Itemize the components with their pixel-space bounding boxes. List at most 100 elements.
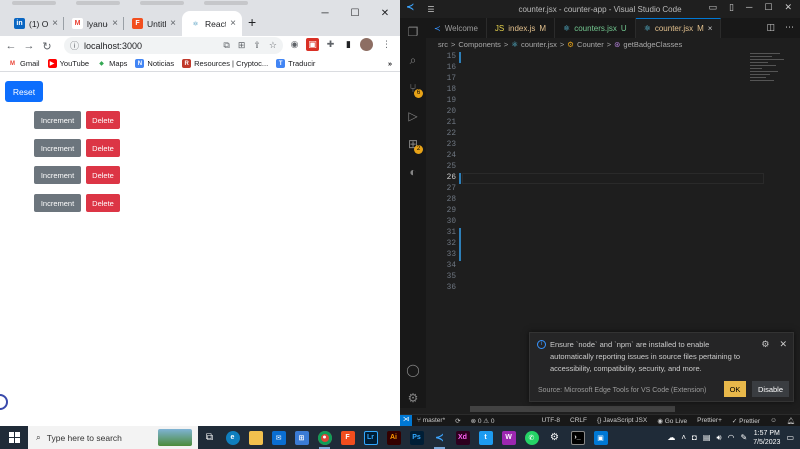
encoding-status[interactable]: UTF-8 <box>537 417 565 424</box>
explorer-icon[interactable]: ❐ <box>405 24 421 40</box>
info-icon[interactable]: ⓘ <box>70 39 79 52</box>
close-icon[interactable]: × <box>112 18 118 29</box>
task-view-icon[interactable]: ⧉ <box>198 426 221 449</box>
tab-index-js[interactable]: JS index.js M <box>487 18 556 38</box>
back-icon[interactable]: ← <box>2 40 20 52</box>
tab-welcome[interactable]: ≺ Welcome <box>426 18 487 38</box>
breadcrumb-item[interactable]: src <box>438 40 448 49</box>
more-bookmarks-icon[interactable]: » <box>388 59 400 68</box>
ok-button[interactable]: OK <box>724 381 746 397</box>
clock[interactable]: 1:57 PM 7/5/2023 <box>753 429 780 447</box>
tab-counters-jsx[interactable]: ⚛ counters.jsx U <box>555 18 636 38</box>
open-in-app-icon[interactable]: ⧉ <box>223 40 229 51</box>
prettier-status[interactable]: ✓ Prettier <box>727 417 765 425</box>
forward-icon[interactable]: → <box>20 40 38 52</box>
layout-icon[interactable]: ▯ <box>729 2 734 13</box>
breadcrumb-item[interactable]: counter.jsx <box>521 40 557 49</box>
increment-button[interactable]: Increment <box>34 111 81 129</box>
translate-icon[interactable]: ⊞ <box>238 40 246 51</box>
layout-icon[interactable]: ▭ <box>709 2 718 13</box>
close-window-icon[interactable]: ✕ <box>370 8 400 19</box>
file-explorer-icon[interactable] <box>244 426 267 449</box>
floating-circle-icon[interactable] <box>0 394 8 410</box>
edge-tools-icon[interactable]: ◐ <box>405 164 421 180</box>
feedback-icon[interactable]: ☺ <box>765 417 782 424</box>
winrar-icon[interactable]: W <box>497 426 520 449</box>
reset-button[interactable]: Reset <box>5 81 43 102</box>
delete-button[interactable]: Delete <box>86 194 120 212</box>
chrome-taskbar-icon[interactable]: ● <box>313 426 336 449</box>
new-tab-icon[interactable]: + <box>248 14 256 30</box>
extensions-puzzle-icon[interactable]: ✚ <box>324 38 337 51</box>
split-editor-icon[interactable]: ◫ <box>766 22 775 33</box>
address-bar[interactable]: ⓘ localhost:3000 ⧉ ⊞ ⇪ ☆ <box>64 37 283 54</box>
menu-kebab-icon[interactable]: ⋮ <box>380 38 393 51</box>
vscode-taskbar-icon[interactable]: ≺ <box>428 426 451 449</box>
browser-tab-linkedin[interactable]: in (1) Ola × <box>6 11 64 36</box>
taskbar-search[interactable]: ⌕ Type here to search <box>28 426 198 449</box>
language-status[interactable]: {} JavaScript JSX <box>592 417 652 424</box>
photoshop-icon[interactable]: Ps <box>405 426 428 449</box>
eol-status[interactable]: CRLF <box>565 417 592 424</box>
maximize-icon[interactable]: ☐ <box>764 2 772 13</box>
figma-taskbar-icon[interactable]: F <box>336 426 359 449</box>
close-icon[interactable]: ✕ <box>779 339 787 350</box>
horizontal-scrollbar[interactable] <box>470 406 675 412</box>
remote-icon[interactable]: ⋊ <box>400 415 412 426</box>
close-icon[interactable]: × <box>170 18 176 29</box>
minimize-icon[interactable]: ─ <box>746 2 752 13</box>
photos-icon[interactable]: ▣ <box>589 426 612 449</box>
camera-icon[interactable]: ◘ <box>692 433 697 442</box>
close-icon[interactable]: × <box>708 24 713 33</box>
bookmark-maps[interactable]: ◆ Maps <box>97 59 127 68</box>
pen-icon[interactable]: ✎ <box>740 433 747 442</box>
bookmark-youtube[interactable]: ▶ YouTube <box>47 59 89 68</box>
bookmark-noticias[interactable]: N Noticias <box>135 59 174 68</box>
side-panel-icon[interactable]: ▮ <box>342 38 355 51</box>
increment-button[interactable]: Increment <box>34 194 81 212</box>
volume-icon[interactable]: 🔊︎ <box>716 433 721 443</box>
settings-gear-icon[interactable]: ⚙ <box>405 390 421 406</box>
tab-counter-jsx[interactable]: ⚛ counter.jsx M × <box>635 18 722 38</box>
account-icon[interactable]: ◯ <box>405 362 421 378</box>
code-editor[interactable]: 15 16 17 18 19 20 21 22 23 24 25 26 27 2… <box>426 51 764 341</box>
branch-icon[interactable]: ⑂ master* <box>412 417 450 424</box>
delete-button[interactable]: Delete <box>86 139 120 157</box>
more-actions-icon[interactable]: ⋯ <box>785 22 794 33</box>
extensions-icon[interactable]: ⊞ 2 <box>405 136 423 154</box>
minimap[interactable] <box>750 51 790 111</box>
browser-tab-react[interactable]: ⚛ React / × <box>182 11 242 36</box>
twitter-icon[interactable]: t <box>474 426 497 449</box>
close-icon[interactable]: × <box>230 18 236 29</box>
browser-tab-gmail[interactable]: M lyanuc × <box>64 11 124 36</box>
prettier-plus-status[interactable]: Prettier+ <box>692 417 727 424</box>
browser-tab-figma[interactable]: F Untitle × <box>124 11 182 36</box>
close-window-icon[interactable]: ✕ <box>784 2 792 13</box>
lightroom-icon[interactable]: Lr <box>359 426 382 449</box>
share-icon[interactable]: ⇪ <box>253 40 261 51</box>
increment-button[interactable]: Increment <box>34 166 81 184</box>
minimize-icon[interactable]: ─ <box>310 8 340 19</box>
source-control-icon[interactable]: ⑂ 6 <box>405 80 423 98</box>
sync-icon[interactable]: ⟳ <box>450 417 465 425</box>
notifications-icon[interactable]: ▭ <box>786 433 794 442</box>
settings-gear-icon[interactable]: ⚙ <box>543 426 566 449</box>
bookmark-resources[interactable]: R Resources | Cryptoc... <box>182 59 268 68</box>
illustrator-icon[interactable]: Ai <box>382 426 405 449</box>
whatsapp-icon[interactable]: ✆ <box>520 426 543 449</box>
extension-circle-icon[interactable]: ◉ <box>288 38 301 51</box>
increment-button[interactable]: Increment <box>34 139 81 157</box>
breadcrumb-item[interactable]: getBadgeClasses <box>623 40 682 49</box>
problems-status[interactable]: ⊗ 0 ⚠ 0 <box>466 417 500 425</box>
profile-avatar[interactable] <box>360 38 373 51</box>
notification-settings-icon[interactable]: ⚙ <box>761 339 769 350</box>
xd-icon[interactable]: Xd <box>451 426 474 449</box>
maximize-icon[interactable]: ☐ <box>340 8 370 19</box>
wifi-icon[interactable]: ◠ <box>728 433 735 442</box>
breadcrumb-item[interactable]: Counter <box>577 40 604 49</box>
bookmark-gmail[interactable]: M Gmail <box>8 59 40 68</box>
terminal-icon[interactable]: ›_ <box>566 426 589 449</box>
go-live-status[interactable]: ◉ Go Live <box>652 417 692 425</box>
network-icon[interactable]: ▤ <box>703 433 711 442</box>
weather-icon[interactable]: ☁ <box>667 433 675 442</box>
